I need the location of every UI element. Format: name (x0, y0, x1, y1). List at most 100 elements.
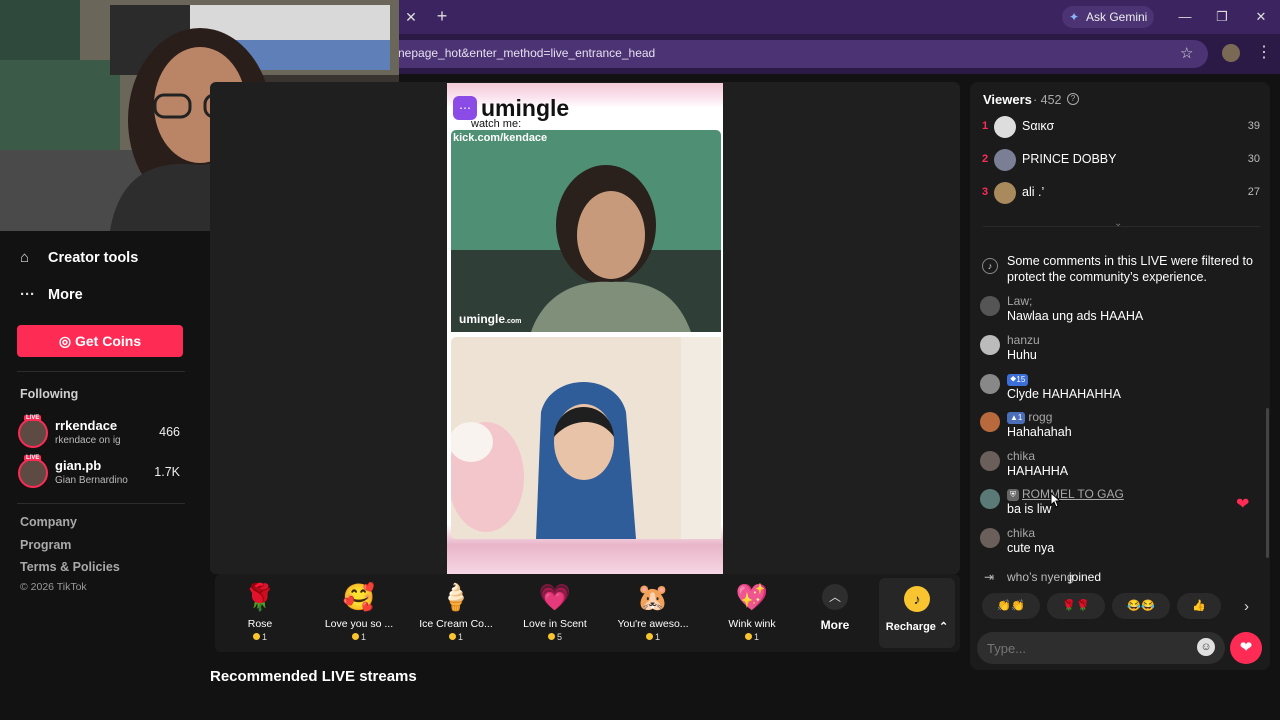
quick-emoji-laugh[interactable]: 😂😂 (1112, 593, 1170, 619)
gift-price: 1 (215, 632, 305, 642)
viewer-score: 27 (1247, 186, 1260, 198)
avatar[interactable] (18, 458, 48, 488)
comment-user[interactable]: Law; (1007, 294, 1032, 308)
close-window-icon[interactable]: ✕ (1246, 6, 1276, 28)
watermark-brand: umingle (459, 312, 506, 326)
gift-item-youre-awesome[interactable]: 🐹 You're aweso... 1 (608, 580, 698, 646)
bookmark-star-icon[interactable]: ☆ (1180, 44, 1193, 62)
footer-link-program[interactable]: Program (20, 538, 71, 552)
info-icon[interactable]: ? (1067, 93, 1079, 105)
hamster-icon: 🐹 (636, 582, 670, 612)
following-subtitle: Gian Bernardino (55, 475, 128, 486)
viewer-row[interactable]: 1 Sαικσ 39 (980, 114, 1262, 142)
comment-user[interactable]: ▲1 rogg (1007, 410, 1052, 424)
more-gifts-button[interactable]: ︿ More (806, 582, 864, 642)
get-coins-button[interactable]: ◎ Get Coins (17, 325, 183, 357)
copyright: © 2026 TikTok (20, 581, 87, 593)
comment-user[interactable]: ⯁15 (1007, 372, 1031, 386)
gift-item-love-you-so[interactable]: 🥰 Love you so ... 1 (314, 580, 404, 646)
profile-avatar[interactable] (1222, 44, 1240, 62)
gift-price-value: 1 (457, 632, 463, 642)
perfume-icon: 💗 (538, 582, 572, 612)
gift-name: Love in Scent (523, 618, 587, 630)
umingle-logo-icon: ⋯ (453, 96, 477, 120)
restore-icon[interactable]: ❐ (1207, 6, 1237, 28)
recommended-heading: Recommended LIVE streams (210, 668, 417, 685)
gift-name: Wink wink (728, 618, 776, 630)
avatar[interactable] (980, 412, 1000, 432)
comment-user[interactable]: chika (1007, 449, 1035, 463)
gift-price-value: 5 (556, 632, 562, 642)
comment-text: Huhu (1007, 348, 1037, 362)
gift-price: 1 (314, 632, 404, 642)
close-tab-icon[interactable]: ✕ (402, 8, 420, 26)
coin-icon (448, 633, 456, 640)
chevron-right-icon[interactable]: › (1244, 598, 1249, 615)
gift-name: Ice Cream Co... (419, 618, 493, 630)
footer-link-company[interactable]: Company (20, 515, 77, 529)
more-label: More (48, 287, 83, 303)
gift-name: Love you so ... (324, 618, 394, 630)
heart-reaction-icon[interactable]: ❤ (1236, 494, 1249, 514)
browser-menu-icon[interactable]: ⋮ (1256, 42, 1272, 62)
url-text[interactable]: nepage_hot&enter_method=live_entrance_he… (398, 46, 655, 60)
gift-name: Rose (247, 618, 273, 630)
level-badge-value: 15 (1016, 375, 1026, 384)
new-tab-button[interactable]: + (432, 6, 452, 26)
avatar[interactable] (980, 335, 1000, 355)
avatar (994, 149, 1016, 171)
nav-more[interactable]: ··· More (20, 286, 200, 310)
viewer-name: Sαικσ (1022, 119, 1055, 133)
top-video-feed (451, 130, 721, 332)
recharge-text: Recharge (885, 621, 936, 633)
comment-user[interactable]: chika (1007, 526, 1035, 540)
collapse-viewers-icon[interactable]: ⌄ (1114, 218, 1122, 229)
viewer-name: ali .’ (1022, 185, 1045, 199)
recharge-button[interactable]: ♪ Recharge ⌃ (879, 578, 955, 648)
viewer-score: 39 (1247, 120, 1260, 132)
following-item-rrkendace[interactable]: LIVE rrkendace rkendace on ig 466 (18, 415, 184, 452)
coin-icon (351, 633, 359, 640)
avatar[interactable] (980, 451, 1000, 471)
viewer-row[interactable]: 3 ali .’ 27 (980, 180, 1262, 208)
avatar[interactable] (980, 489, 1000, 509)
ice-cream-icon: 🍦 (439, 582, 473, 612)
live-badge: LIVE (24, 415, 42, 421)
watermark-suffix: .com (505, 318, 522, 325)
emoji-picker-icon[interactable]: ☺ (1197, 638, 1215, 656)
following-item-gian[interactable]: LIVE gian.pb Gian Bernardino 1.7K (18, 455, 184, 492)
joined-user[interactable]: who’s nyeng (1007, 570, 1074, 584)
gift-item-rose[interactable]: 🌹 Rose 1 (215, 580, 305, 646)
comment-user[interactable]: ⛨ ROMMEL TO GAG (1007, 487, 1124, 501)
chat-input[interactable] (977, 632, 1225, 664)
viewer-row[interactable]: 2 PRINCE DOBBY 30 (980, 147, 1262, 175)
gift-item-wink-wink[interactable]: 💖 Wink wink 1 (707, 580, 797, 646)
comment-username: rogg (1028, 410, 1053, 424)
viewer-score: 30 (1247, 153, 1260, 165)
comment-user[interactable]: hanzu (1007, 333, 1040, 347)
system-message-text: Some comments in this LIVE were filtered… (1007, 254, 1253, 284)
gift-item-love-in-scent[interactable]: 💗 Love in Scent 5 (510, 580, 600, 646)
gift-item-ice-cream[interactable]: 🍦 Ice Cream Co... 1 (411, 580, 501, 646)
minimize-icon[interactable]: — (1170, 6, 1200, 28)
like-heart-button[interactable]: ❤ (1230, 632, 1262, 664)
viewer-rank: 2 (982, 153, 989, 165)
quick-emoji-rose[interactable]: 🌹🌹 (1047, 593, 1105, 619)
tiktok-icon: ♪ (982, 258, 998, 274)
nav-creator-tools[interactable]: ⌂ Creator tools (20, 249, 200, 273)
avatar[interactable] (980, 296, 1000, 316)
avatar[interactable] (980, 374, 1000, 394)
joined-text: joined (1069, 570, 1102, 584)
gift-price-value: 1 (654, 632, 660, 642)
footer-link-terms[interactable]: Terms & Policies (20, 560, 120, 574)
quick-emoji-clap[interactable]: 👏👏 (982, 593, 1040, 619)
live-video[interactable]: ⋯ umingle watch me: kick.com/kendace umi… (447, 83, 723, 574)
chat-scrollbar[interactable] (1266, 408, 1269, 558)
avatar[interactable] (18, 418, 48, 448)
quick-emoji-thumbs[interactable]: 👍 (1177, 593, 1221, 619)
avatar[interactable] (980, 528, 1000, 548)
ask-gemini-button[interactable]: ✦ Ask Gemini (1062, 6, 1154, 28)
comment-text: Nawlaa ung ads HAAHA (1007, 309, 1144, 323)
viewer-rank: 3 (982, 186, 989, 198)
creator-tools-label: Creator tools (48, 250, 139, 266)
